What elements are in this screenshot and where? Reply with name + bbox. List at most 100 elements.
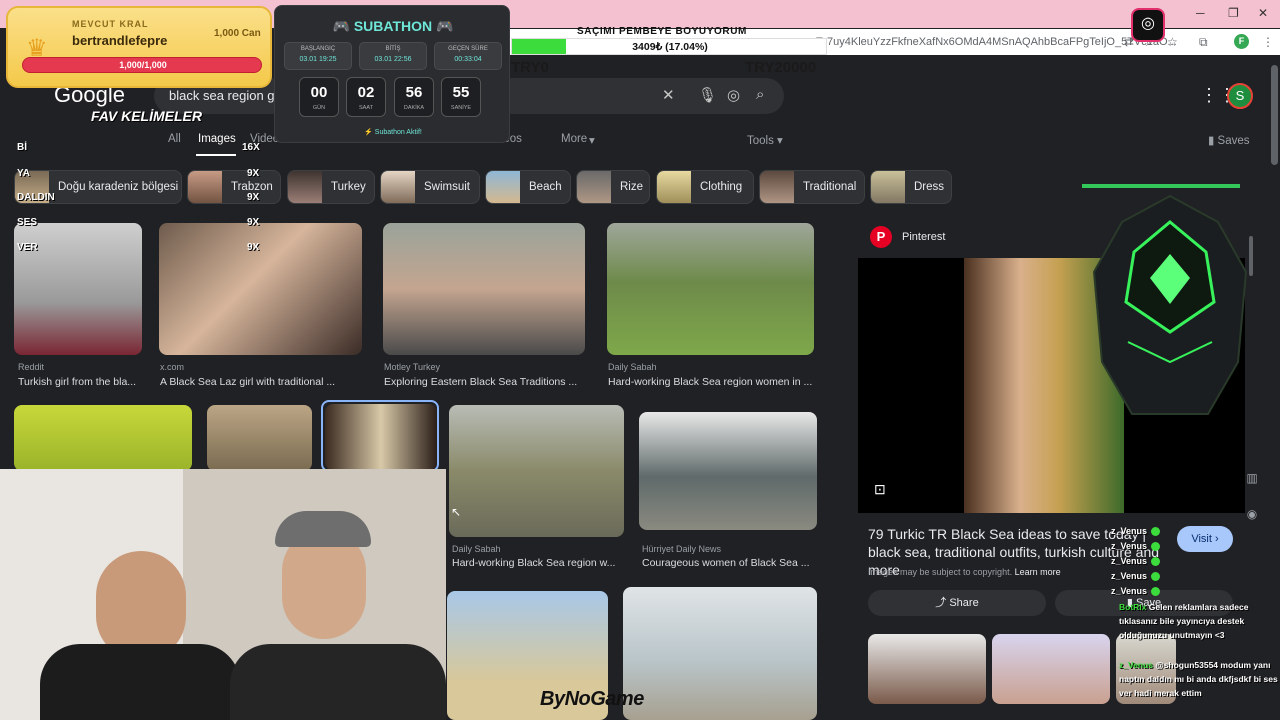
chat-user-line: z_Venus — [1111, 571, 1161, 582]
result-title[interactable]: Turkish girl from the bla... — [18, 376, 142, 388]
chat-nick: BotRix — [1119, 602, 1147, 612]
tab-more[interactable]: More — [561, 133, 587, 145]
bookmark-star-icon[interactable]: ☆ — [1167, 35, 1178, 49]
tools-button[interactable]: Tools ▾ — [747, 133, 783, 147]
result-source[interactable]: Hürriyet Daily News — [642, 544, 721, 554]
donation-goal-bar: 3409₺ (17.04%) — [511, 38, 827, 55]
tab-all[interactable]: All — [168, 133, 181, 145]
address-url[interactable]: Tc7uy4KleuYzzFkfneXafNx6OMdA4MSnAQAhbBca… — [816, 36, 1177, 48]
chat-username: z_Venus — [1111, 526, 1148, 536]
chat-user-line: z_Venus — [1111, 586, 1161, 597]
reader-mode-icon[interactable]: ▥ — [1242, 468, 1262, 488]
count-unit: DAKİKA — [403, 105, 425, 111]
account-avatar[interactable]: S — [1227, 83, 1253, 109]
microphone-icon[interactable]: 🎙 — [698, 86, 717, 104]
king-health-text: 1,000/1,000 — [119, 60, 167, 70]
restore-icon[interactable]: ❐ — [1228, 6, 1239, 20]
result-title[interactable]: Exploring Eastern Black Sea Traditions .… — [384, 376, 584, 388]
result-image[interactable] — [159, 223, 362, 355]
minimize-icon[interactable]: ─ — [1196, 6, 1205, 20]
fav-word: SES — [17, 217, 38, 228]
cell-key: BAŞLANGIÇ — [300, 46, 336, 52]
visit-button[interactable]: Visit › — [1177, 526, 1233, 552]
panel-source[interactable]: Pinterest — [902, 231, 945, 243]
chat-user-line: z_Venus — [1111, 541, 1161, 552]
whatsapp-icon — [1151, 572, 1161, 582]
result-title[interactable]: Courageous women of Black Sea ... — [642, 557, 817, 569]
chip-label: Beach — [529, 181, 562, 193]
result-image[interactable] — [639, 412, 817, 530]
subathon-status: ⚡ Subathon Aktif! — [364, 129, 422, 136]
close-window-icon[interactable]: ✕ — [1258, 6, 1268, 20]
countdown-seconds: 55 SANİYE — [441, 77, 481, 117]
mascot-health-bar — [1082, 184, 1240, 188]
learn-more-link[interactable]: Learn more — [1015, 567, 1061, 577]
browser-menu-icon[interactable]: ⋮ — [1262, 35, 1274, 49]
browser-profile-avatar[interactable]: F — [1234, 34, 1249, 49]
chip-label: Traditional — [803, 181, 857, 193]
tab-images[interactable]: Images — [198, 133, 236, 145]
mouse-cursor-icon: ↖ — [451, 505, 462, 519]
result-image[interactable] — [383, 223, 585, 355]
chip-trabzon[interactable]: Trabzon — [187, 170, 281, 204]
fav-word: VER — [17, 242, 38, 253]
fav-count: 9X — [247, 242, 260, 253]
result-image[interactable] — [14, 405, 192, 471]
chip-clothing[interactable]: Clothing — [656, 170, 754, 204]
related-image[interactable] — [992, 634, 1110, 704]
result-source[interactable]: x.com — [160, 362, 184, 372]
result-source[interactable]: Reddit — [18, 362, 44, 372]
chip-beach[interactable]: Beach — [485, 170, 571, 204]
result-title[interactable]: Hard-working Black Sea region women in .… — [608, 376, 814, 388]
chat-username: z_Venus — [1111, 541, 1148, 551]
result-source[interactable]: Motley Turkey — [384, 362, 440, 372]
subathon-start: BAŞLANGIÇ 03.01 19:25 — [284, 42, 352, 70]
chip-turkey[interactable]: Turkey — [287, 170, 375, 204]
share-button[interactable]: ⤴ Share — [868, 590, 1046, 616]
current-king-widget: ♛ MEVCUT KRAL bertrandlefepre 1,000 Can … — [6, 6, 272, 88]
lens-icon[interactable]: ◎ — [727, 86, 740, 104]
result-image[interactable] — [207, 405, 312, 471]
cell-value: 00:33:04 — [454, 56, 482, 63]
fav-words-title: FAV KELİMELER — [91, 108, 202, 124]
chip-traditional[interactable]: Traditional — [759, 170, 865, 204]
chip-label: Turkey — [331, 181, 366, 193]
active-tab-indicator — [196, 154, 236, 156]
search-icon[interactable]: ⌕ — [756, 86, 764, 103]
gemini-icon[interactable]: ◉ — [1242, 504, 1262, 524]
related-image[interactable] — [868, 634, 986, 704]
result-image[interactable] — [449, 405, 624, 537]
visit-label: Visit — [1191, 533, 1212, 545]
result-title[interactable]: Hard-working Black Sea region w... — [452, 557, 622, 569]
chip-thumbnail — [577, 171, 611, 203]
result-image[interactable] — [623, 587, 817, 720]
result-image[interactable] — [607, 223, 814, 355]
result-title[interactable]: A Black Sea Laz girl with traditional ..… — [160, 376, 360, 388]
chip-label: Clothing — [700, 181, 743, 193]
donation-goal-text: 3409₺ (17.04%) — [632, 41, 708, 53]
result-source[interactable]: Daily Sabah — [608, 362, 657, 372]
lens-search-icon[interactable]: ⊡ — [874, 481, 892, 499]
chip-dress[interactable]: Dress — [870, 170, 952, 204]
chip-swimsuit[interactable]: Swimsuit — [380, 170, 480, 204]
selected-result-outline — [321, 400, 439, 472]
chip-rize[interactable]: Rize — [576, 170, 650, 204]
clear-icon[interactable]: ✕ — [662, 86, 675, 104]
chip-thumbnail — [760, 171, 794, 203]
page-scrollbar[interactable] — [1271, 65, 1278, 165]
chat-message: z_Venus @shogun53554 modum yanı naptın d… — [1119, 658, 1279, 700]
chevron-down-icon[interactable]: ▾ — [589, 133, 595, 147]
extensions-icon[interactable]: ⧉ — [1199, 35, 1208, 50]
saves-button[interactable]: ▮ Saves — [1208, 133, 1250, 147]
donation-goal-title: SAÇIMI PEMBEYE BOYUYORUM — [577, 26, 747, 37]
search-query[interactable]: black sea region gir — [169, 88, 282, 103]
chat-username: z_Venus — [1111, 586, 1148, 596]
chat-user-line: z_Venus — [1111, 556, 1161, 567]
subathon-elapsed: GEÇEN SÜRE 00:33:04 — [434, 42, 502, 70]
count-unit: SANİYE — [450, 105, 472, 111]
chip-thumbnail — [188, 171, 222, 203]
count-value: 56 — [405, 84, 423, 101]
mascot-robot-image — [1092, 194, 1248, 415]
result-source[interactable]: Daily Sabah — [452, 544, 501, 554]
cell-key: GEÇEN SÜRE — [448, 46, 488, 52]
